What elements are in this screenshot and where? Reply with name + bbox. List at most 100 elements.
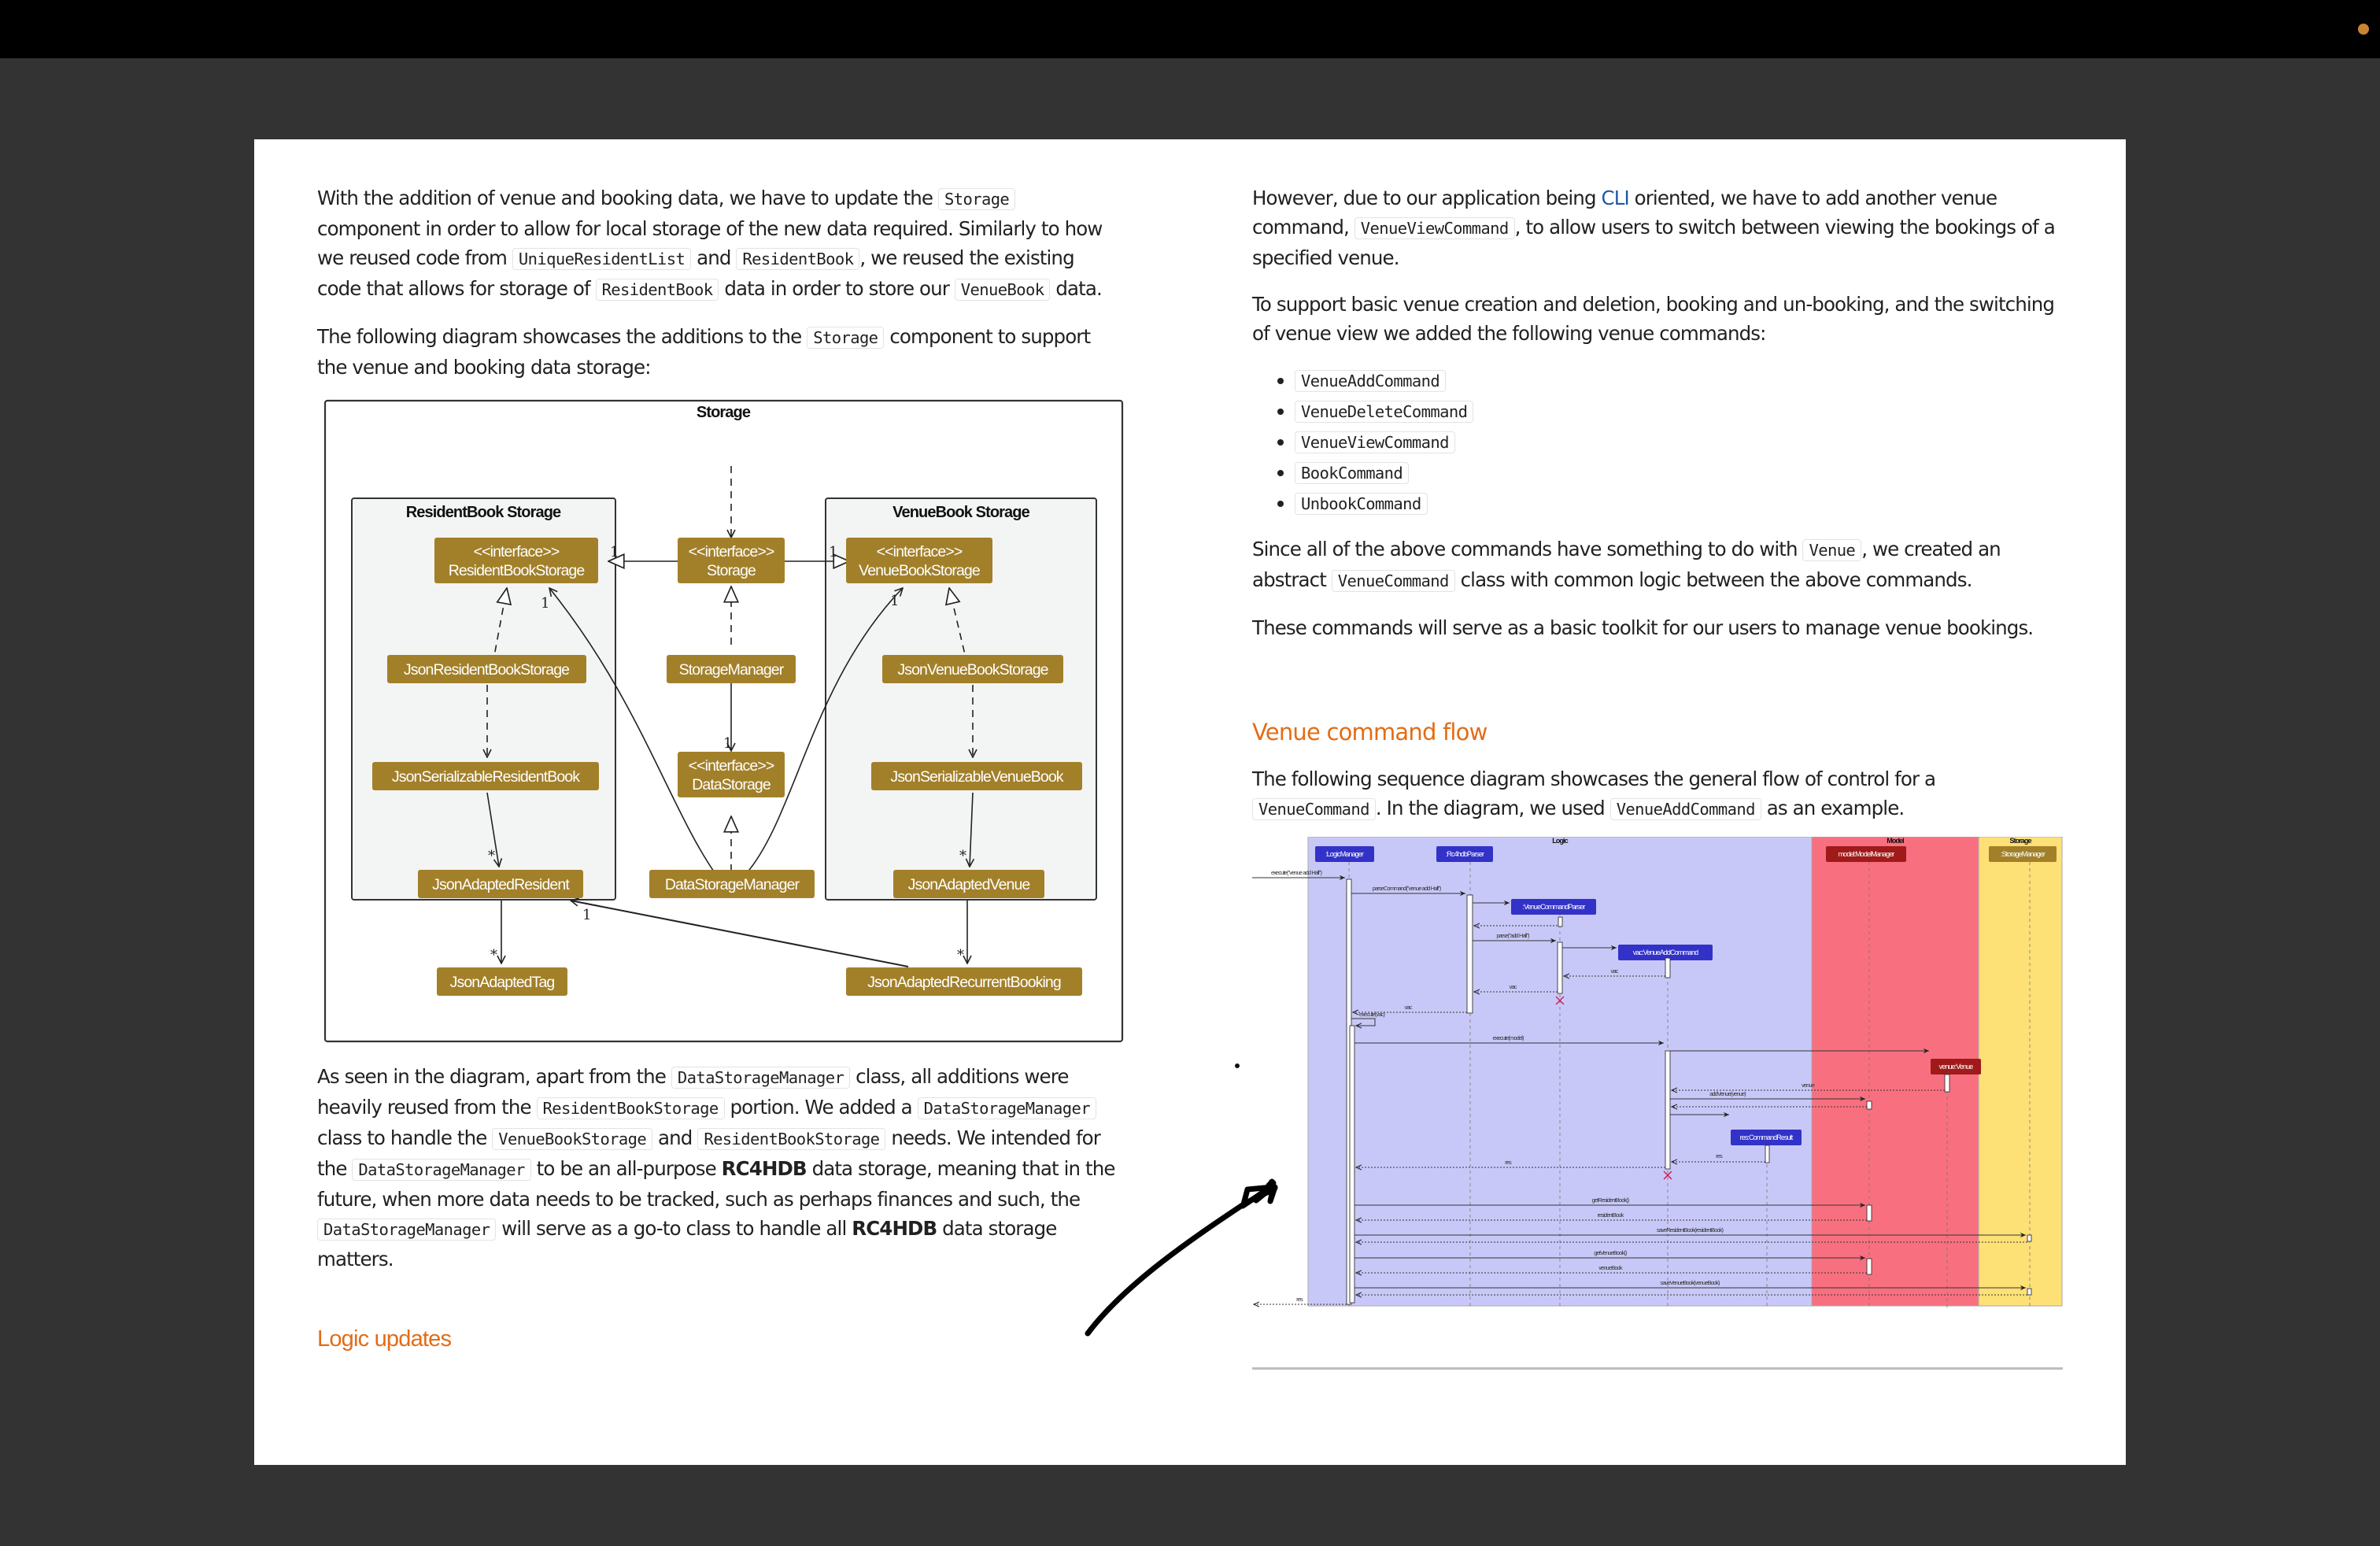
- inline-code: Storage: [807, 327, 885, 349]
- svg-text:<<interface>>: <<interface>>: [474, 543, 560, 560]
- resident-package-title: ResidentBook Storage: [406, 504, 561, 521]
- svg-text:JsonAdaptedRecurrentBooking: JsonAdaptedRecurrentBooking: [867, 974, 1061, 991]
- mult-label: *: [488, 848, 495, 864]
- svg-text:<<interface>>: <<interface>>: [689, 757, 774, 775]
- svg-text:<<interface>>: <<interface>>: [877, 543, 963, 560]
- participant-venue: venue:Venue: [1931, 1059, 1981, 1074]
- message-label: res: [1296, 1296, 1303, 1303]
- class-data-storage: <<interface>> DataStorage: [678, 752, 785, 797]
- text: . In the diagram, we used: [1375, 797, 1610, 819]
- message-label: saveVenueBook(venueBook): [1660, 1279, 1720, 1286]
- annotation-dot: [1235, 1063, 1240, 1068]
- class-data-storage-manager: DataStorageManager: [649, 870, 815, 898]
- text: As seen in the diagram, apart from the: [317, 1065, 671, 1088]
- inline-code: DataStorageManager: [671, 1067, 851, 1089]
- window-top-bar: [0, 0, 2380, 58]
- message-label: vac: [1611, 967, 1619, 975]
- inline-code: VenueAddCommand: [1295, 370, 1447, 392]
- message-label: vac: [1510, 983, 1517, 990]
- svg-text::StorageManager: :StorageManager: [2001, 850, 2046, 858]
- svg-text::LogicManager: :LogicManager: [1325, 850, 1364, 858]
- svg-text:JsonSerializableResidentBook: JsonSerializableResidentBook: [392, 768, 580, 786]
- svg-text:<<interface>>: <<interface>>: [689, 543, 774, 560]
- svg-text:StorageManager: StorageManager: [679, 661, 785, 679]
- text: data in order to store our: [719, 277, 955, 300]
- inline-code: DataStorageManager: [917, 1097, 1096, 1119]
- svg-text:vac:VenueAddCommand: vac:VenueAddCommand: [1633, 949, 1698, 956]
- storage-intro-paragraph: With the addition of venue and booking d…: [317, 183, 1120, 305]
- commands-intro-paragraph: To support basic venue creation and dele…: [1252, 293, 2055, 345]
- text: The following diagram showcases the addi…: [317, 325, 808, 348]
- participant-model-manager: model:ModelManager: [1826, 846, 1906, 862]
- svg-text:JsonVenueBookStorage: JsonVenueBookStorage: [897, 661, 1048, 679]
- message-label: parse("add Hall"): [1496, 932, 1530, 939]
- inline-code: VenueViewCommand: [1295, 431, 1455, 453]
- left-column: With the addition of venue and booking d…: [317, 183, 1124, 1291]
- class-json-resident-book-storage: JsonResidentBookStorage: [387, 655, 586, 683]
- class-json-adapted-resident: JsonAdaptedResident: [418, 870, 583, 898]
- list-item: VenueViewCommand: [1295, 427, 2067, 457]
- message-label: execute(vac): [1359, 1011, 1386, 1018]
- mult-label: 1: [723, 735, 732, 752]
- text: and: [691, 246, 737, 269]
- storage-class-diagram: Storage ResidentBook Storage VenueBook S…: [323, 399, 1125, 1043]
- inline-code: UniqueResidentList: [512, 248, 692, 270]
- abstract-command-paragraph: Since all of the above commands have som…: [1252, 534, 2067, 596]
- venue-command-flow-heading: Venue command flow: [1252, 719, 1488, 745]
- message-label: addVenue(venue): [1709, 1090, 1746, 1097]
- message-label: execute(model): [1492, 1034, 1524, 1041]
- right-column: However, due to our application being CL…: [1252, 183, 2067, 1309]
- text: data.: [1050, 277, 1102, 300]
- svg-text:venue:Venue: venue:Venue: [1939, 1063, 1974, 1071]
- class-json-serializable-venue-book: JsonSerializableVenueBook: [871, 762, 1082, 790]
- svg-text:JsonAdaptedTag: JsonAdaptedTag: [450, 974, 555, 991]
- cli-link[interactable]: CLI: [1601, 187, 1629, 209]
- logic-lane-title: Logic: [1552, 837, 1568, 845]
- mult-label: 1: [610, 544, 619, 560]
- text: Since all of the above commands have som…: [1252, 538, 1803, 560]
- message-label: execute("venue add Hall"): [1271, 869, 1323, 876]
- class-json-adapted-venue: JsonAdaptedVenue: [893, 870, 1044, 898]
- svg-text::Rc4hdbParser: :Rc4hdbParser: [1446, 850, 1484, 858]
- svg-text::VenueCommandParser: :VenueCommandParser: [1523, 903, 1586, 911]
- svg-text:Storage: Storage: [707, 562, 756, 579]
- venue-command-sequence-diagram: Logic Model Storage:LogicManager:Rc4hd…: [1252, 837, 2065, 1309]
- inline-code: VenueDeleteCommand: [1295, 401, 1474, 423]
- diagram-explanation-paragraph: As seen in the diagram, apart from the D…: [317, 1062, 1120, 1274]
- list-item: BookCommand: [1295, 457, 2067, 488]
- diagram-intro-paragraph: The following diagram showcases the addi…: [317, 322, 1120, 382]
- text: portion. We added a: [724, 1096, 918, 1119]
- participant-parser: :Rc4hdbParser: [1436, 846, 1493, 862]
- cli-paragraph: However, due to our application being CL…: [1252, 183, 2067, 272]
- message-label: saveResidentBook(residentBook): [1657, 1226, 1724, 1233]
- inline-code: BookCommand: [1295, 462, 1410, 484]
- message-label: venueBook: [1598, 1264, 1623, 1271]
- class-storage-manager: StorageManager: [667, 655, 796, 683]
- mult-label: *: [490, 947, 497, 963]
- class-json-adapted-tag: JsonAdaptedTag: [437, 967, 567, 996]
- document-page: With the addition of venue and booking d…: [254, 139, 2126, 1465]
- inline-code: VenueViewCommand: [1354, 217, 1515, 239]
- svg-text:JsonResidentBookStorage: JsonResidentBookStorage: [404, 661, 569, 679]
- list-item: UnbookCommand: [1295, 488, 2067, 519]
- text: With the addition of venue and booking d…: [317, 187, 938, 209]
- sequence-intro-paragraph: The following sequence diagram showcases…: [1252, 764, 2067, 824]
- bold-text: RC4HDB: [852, 1217, 937, 1240]
- venue-commands-list: VenueAddCommand VenueDeleteCommand Venue…: [1252, 365, 2067, 519]
- class-storage: <<interface>> Storage: [678, 538, 785, 583]
- storage-lane-title: Storage: [2009, 837, 2031, 845]
- svg-text:ResidentBookStorage: ResidentBookStorage: [449, 562, 585, 579]
- venue-package-title: VenueBook Storage: [893, 504, 1029, 521]
- list-item: VenueDeleteCommand: [1295, 396, 2067, 427]
- inline-code: Storage: [937, 188, 1016, 210]
- text: and: [652, 1126, 698, 1149]
- mult-label: *: [957, 947, 964, 963]
- inline-code: ResidentBookStorage: [697, 1128, 886, 1150]
- svg-text:JsonAdaptedVenue: JsonAdaptedVenue: [908, 876, 1030, 893]
- text: The following sequence diagram showcases…: [1252, 767, 1936, 790]
- svg-text:JsonAdaptedResident: JsonAdaptedResident: [432, 876, 570, 893]
- text: as an example.: [1761, 797, 1905, 819]
- logic-updates-heading: Logic updates: [317, 1326, 452, 1352]
- model-lane-title: Model: [1887, 837, 1904, 845]
- text: class to handle the: [317, 1126, 493, 1149]
